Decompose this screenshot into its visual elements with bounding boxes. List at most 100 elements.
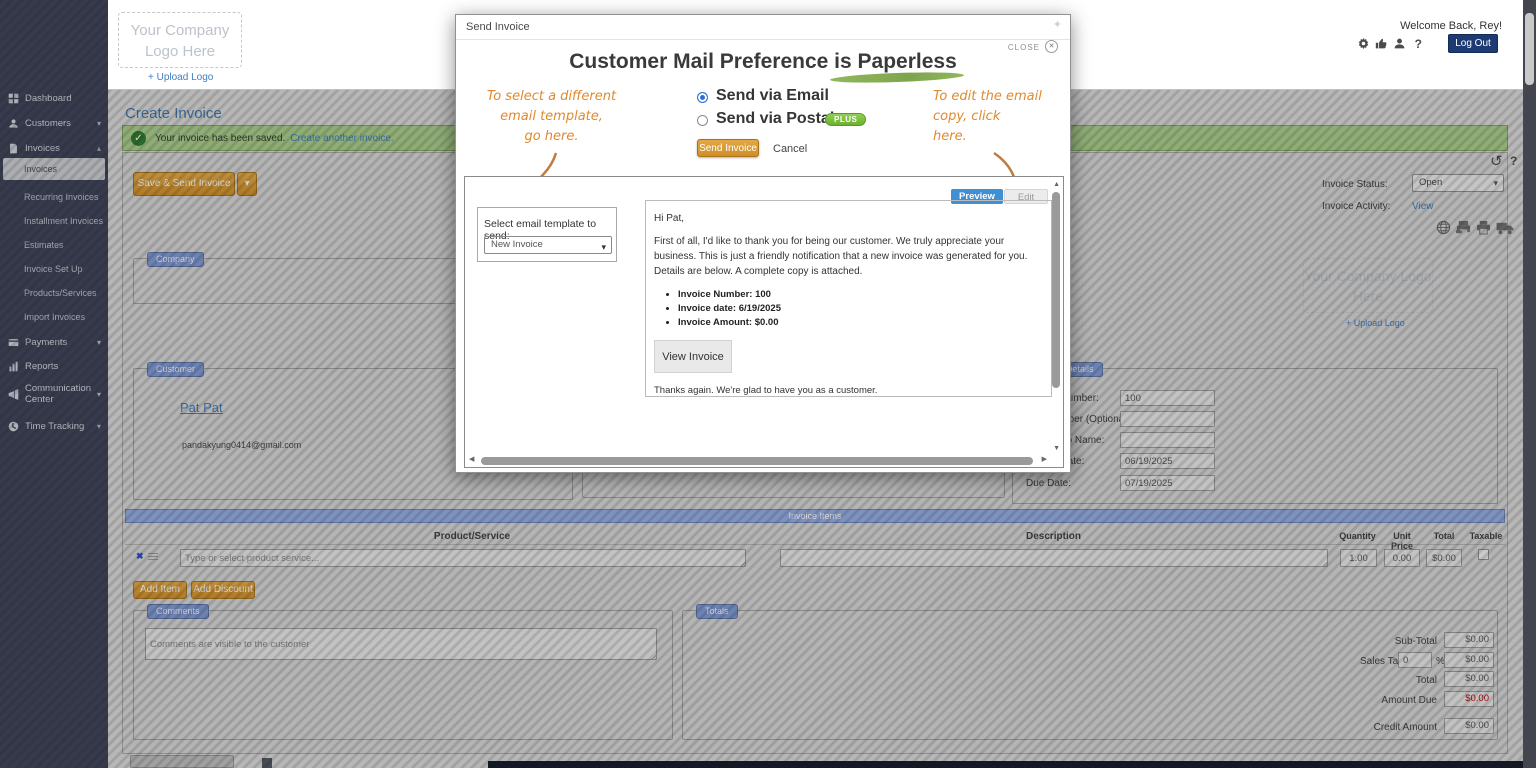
gear-icon[interactable] [1357,37,1370,50]
invoice-date-field[interactable] [1120,453,1215,469]
annotation-line: To select a different [474,87,629,107]
annotation-line: To edit the email [933,87,1053,107]
subitem-label: Estimates [24,240,64,250]
megaphone-icon [8,389,19,400]
upload-logo-link[interactable]: + Upload Logo [148,72,213,83]
browser-scrollbar[interactable] [1523,0,1536,768]
panel-hscroll-thumb[interactable] [481,457,1033,465]
due-date-field[interactable] [1120,475,1215,491]
resize-handle[interactable] [651,654,657,660]
sidebar-subitem-invoices[interactable]: Invoices [3,158,105,180]
sidebar-subitem-estimates[interactable]: Estimates [0,236,108,254]
alert-message: Your invoice has been saved. [155,133,285,144]
email-bullet: Invoice date: 6/19/2025 [678,302,1043,316]
send-via-postal-radio[interactable] [697,115,708,126]
sidebar-item-invoices[interactable]: Invoices ▴ [0,138,108,158]
view-invoice-button[interactable]: View Invoice [654,340,732,373]
footer-bar [488,761,1523,768]
undo-icon[interactable]: ↺ [1490,152,1503,170]
sales-tax-label: Sales Tax [1360,656,1403,667]
sidebar-subitem-installment-invoices[interactable]: Installment Invoices [0,212,108,230]
sidebar-item-communication-center[interactable]: Communication Center ▾ [0,378,108,410]
scroll-left-icon[interactable]: ◀ [469,456,474,464]
email-bullet: Invoice Number: 100 [678,288,1043,302]
print-icon[interactable] [1475,220,1492,235]
panel-vscroll-thumb[interactable] [1052,192,1060,388]
subitem-label: Import Invoices [24,312,85,322]
subtotal-value: $0.00 [1444,632,1494,648]
subitem-label: Recurring Invoices [24,192,99,202]
modal-send-invoice-button[interactable]: Send Invoice [697,139,759,157]
invoice-number-field[interactable] [1120,390,1215,406]
web-icon[interactable] [1435,220,1452,235]
drag-handle-icon[interactable] [148,553,158,560]
po-number-field[interactable] [1120,411,1215,427]
save-send-caret-button[interactable]: ▾ [237,172,257,196]
scrollbar-thumb[interactable] [1525,13,1534,85]
chevron-down-icon: ▾ [97,390,101,399]
sales-rep-field[interactable] [1120,432,1215,448]
col-quantity: Quantity [1336,531,1379,541]
subitem-label: Invoices [24,164,57,174]
sidebar-subitem-recurring-invoices[interactable]: Recurring Invoices [0,188,108,206]
sidebar-subitem-invoice-set-up[interactable]: Invoice Set Up [0,260,108,278]
invoice-status-select[interactable]: Open ▾ [1412,174,1504,192]
shipping-truck-icon[interactable] [1495,220,1515,235]
subitem-label: Products/Services [24,288,97,298]
email-greeting: Hi Pat, [654,211,1043,226]
logout-button[interactable]: Log Out [1448,34,1498,53]
cancel-link[interactable]: Cancel [773,143,807,155]
customer-name-link[interactable]: Pat Pat [180,400,223,415]
page-title: Create Invoice [125,105,222,122]
resize-handle[interactable] [1322,561,1328,567]
sidebar-item-customers[interactable]: Customers ▾ [0,113,108,133]
sidebar-item-label: Reports [25,361,58,372]
sidebar-item-payments[interactable]: Payments ▾ [0,332,108,352]
subitem-label: Installment Invoices [24,216,103,226]
sidebar-item-time-tracking[interactable]: Time Tracking ▾ [0,416,108,436]
totals-tag: Totals [696,604,738,619]
sales-tax-rate-input[interactable] [1398,652,1432,668]
email-editor-panel: Preview Edit Select email template to se… [464,176,1064,468]
upload-invoice-logo-link[interactable]: + Upload Logo [1346,318,1405,328]
help-icon[interactable]: ? [1415,37,1422,51]
sidebar-subitem-products-services[interactable]: Products/Services [0,284,108,302]
help-icon[interactable]: ? [1510,154,1517,168]
resize-handle[interactable] [740,561,746,567]
product-service-input[interactable] [180,549,746,567]
invoice-status-label: Invoice Status: [1322,179,1388,190]
description-input[interactable] [780,549,1328,567]
sidebar-item-dashboard[interactable]: Dashboard [0,88,108,108]
send-via-postal-label[interactable]: Send via Postal [716,110,834,128]
comments-textarea[interactable] [145,628,657,660]
sidebar-item-label: Payments [25,337,67,348]
sidebar-subitem-import-invoices[interactable]: Import Invoices [0,308,108,326]
delete-row-icon[interactable]: ✖ [136,551,144,562]
col-product-service: Product/Service [172,531,772,542]
amount-due-label: Amount Due [1287,695,1437,706]
send-via-email-label[interactable]: Send via Email [716,87,829,105]
quantity-input[interactable] [1340,549,1377,567]
credit-amount-value: $0.00 [1444,718,1494,734]
fax-icon[interactable] [1455,220,1472,235]
user-icon[interactable] [1393,37,1406,50]
unit-price-input[interactable] [1384,549,1420,567]
send-via-email-radio[interactable] [697,92,708,103]
sidebar-item-label: Customers [25,118,71,129]
taxable-checkbox[interactable] [1478,549,1489,560]
thumbs-up-icon[interactable] [1375,37,1388,50]
line-total-input[interactable] [1426,549,1462,567]
add-discount-button[interactable]: Add Discount [191,581,255,599]
scroll-right-icon[interactable]: ▶ [1042,456,1047,464]
invoice-activity-view-link[interactable]: View [1412,201,1434,212]
add-item-button[interactable]: Add Item [133,581,187,599]
scroll-up-icon[interactable]: ▲ [1053,181,1060,189]
save-send-invoice-button[interactable]: Save & Send Invoice [133,172,235,196]
dashboard-icon [8,93,19,104]
create-another-invoice-link[interactable]: Create another invoice. [290,133,393,144]
scroll-down-icon[interactable]: ▼ [1053,445,1060,453]
template-select[interactable]: New Invoice ▾ [484,236,612,254]
footer-button-stub[interactable] [130,755,234,768]
chevron-up-icon: ▴ [97,144,101,153]
sidebar-item-reports[interactable]: Reports [0,356,108,376]
